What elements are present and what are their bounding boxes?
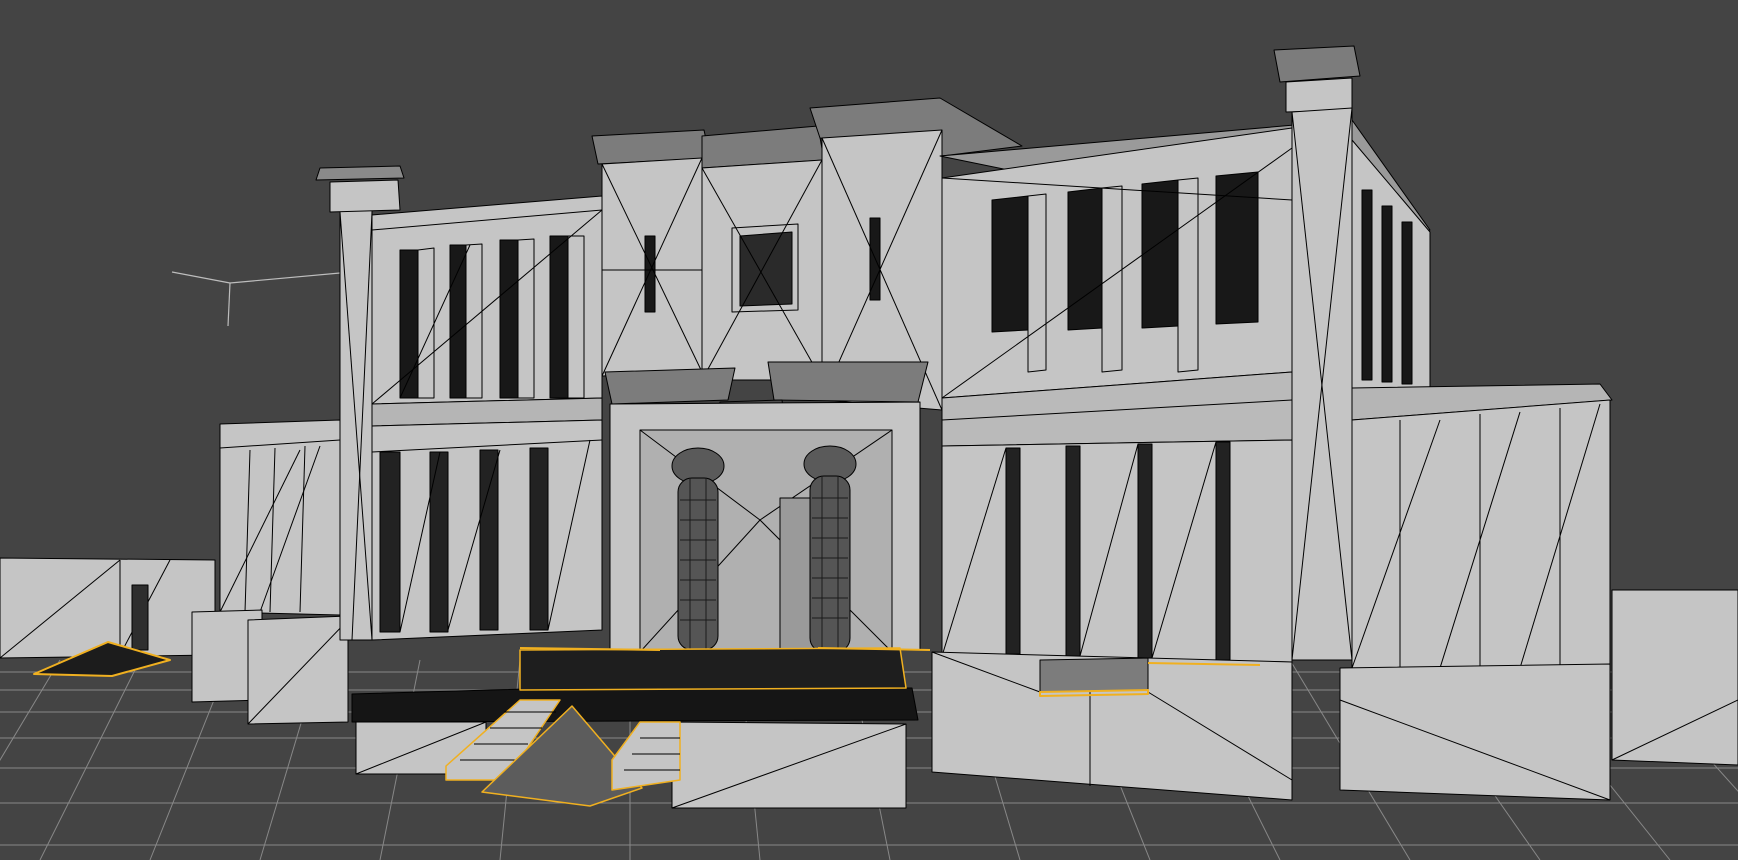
axis-gizmo	[171, 271, 341, 327]
platform-floor-selected	[519, 647, 907, 691]
left-upper-colonnade[interactable]	[371, 195, 603, 427]
lotus-column-left[interactable]	[671, 447, 725, 651]
lotus-column-right[interactable]	[803, 445, 857, 653]
tower-cap	[1273, 45, 1361, 83]
center-top-band[interactable]	[701, 125, 825, 381]
pillar	[1101, 185, 1123, 373]
lintel	[604, 367, 736, 405]
window	[549, 235, 569, 399]
lintel	[767, 361, 929, 403]
window	[449, 244, 467, 399]
pillar	[567, 235, 585, 399]
wing-face	[1351, 399, 1611, 671]
side-window	[1361, 189, 1373, 381]
axis-line-y	[229, 272, 341, 284]
recess	[379, 451, 401, 633]
pillar	[1027, 193, 1047, 373]
right-lower-colonnade[interactable]	[941, 439, 1293, 663]
stair-steps-right	[611, 721, 681, 791]
recess	[429, 451, 449, 633]
recess	[1005, 447, 1021, 655]
viewport-canvas[interactable]	[0, 0, 1738, 860]
tower-cap-block	[1285, 77, 1353, 113]
left-outer-wall[interactable]	[0, 557, 216, 677]
column-shaft	[677, 477, 719, 651]
right-wing[interactable]	[1339, 383, 1738, 801]
recess	[479, 449, 499, 631]
wall-recess	[131, 584, 149, 651]
wing-base	[1339, 663, 1611, 801]
window	[1141, 179, 1179, 329]
entrance-portal[interactable]	[604, 361, 929, 653]
window-recess	[739, 231, 793, 307]
center-left-pylon[interactable]	[591, 129, 711, 377]
platform-top	[351, 687, 919, 723]
tower-cap-block	[329, 179, 401, 213]
3d-viewport[interactable]	[0, 0, 1738, 860]
window	[399, 249, 419, 399]
pillar	[1177, 177, 1199, 373]
window	[991, 195, 1029, 333]
left-lower-colonnade[interactable]	[371, 419, 603, 641]
slit-window	[644, 235, 656, 313]
pillar	[465, 243, 483, 399]
wing-face	[219, 419, 341, 616]
temple-model[interactable]	[0, 45, 1738, 809]
side-window	[1401, 221, 1413, 385]
window	[499, 239, 519, 399]
window	[1215, 171, 1259, 325]
block-face	[941, 439, 1293, 663]
column-shaft	[809, 475, 851, 653]
recess	[1215, 441, 1231, 661]
recess	[1065, 445, 1081, 657]
axis-line-z	[227, 282, 231, 327]
side-window	[1381, 205, 1393, 383]
axis-line-x	[171, 271, 231, 284]
pillar	[517, 238, 535, 399]
right-base[interactable]	[931, 651, 1293, 801]
edge-wall	[1611, 589, 1738, 766]
pillar	[417, 247, 435, 399]
base-ledge	[1039, 657, 1149, 693]
tower-cap	[315, 165, 405, 181]
recess	[529, 447, 549, 631]
window	[1067, 187, 1103, 331]
recess	[1137, 443, 1153, 659]
